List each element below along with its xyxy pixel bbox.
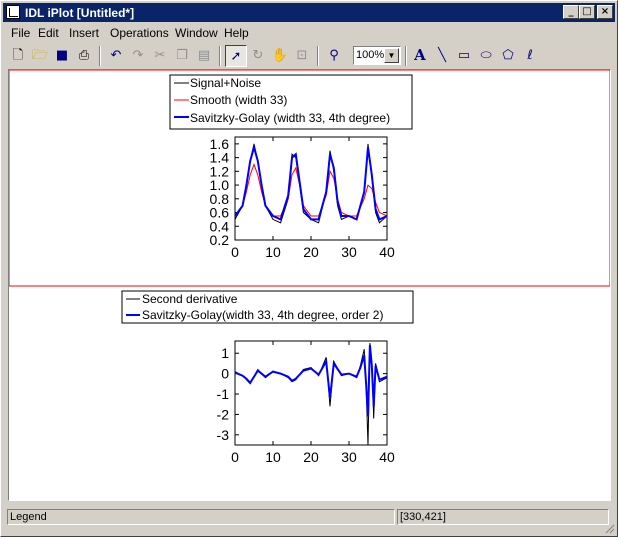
rotate-icon[interactable]: ↻ [247,45,269,67]
cut-icon[interactable]: ✂ [149,45,171,67]
x-tick-label: 10 [265,244,281,260]
pan-hand-icon[interactable]: ✋ [269,45,291,67]
legend-label-signal: Signal+Noise [190,76,261,90]
y-tick-label: 1.0 [210,177,230,193]
minimize-icon[interactable]: _ [563,5,579,19]
x-tick-label: 10 [265,449,281,465]
status-message: Legend [7,509,395,525]
y-tick-label: 0 [221,366,229,382]
print-icon[interactable]: ⎙ [73,45,95,67]
menu-window[interactable]: Window [175,26,218,40]
paste-icon[interactable]: ▤ [193,45,215,67]
open-folder-icon[interactable]: 🗁 [29,45,51,67]
legend-label-sg-deriv: Savitzky-Golay(width 33, 4th degree, ord… [142,308,383,322]
x-tick-label: 0 [231,449,239,465]
status-coordinates: [330,421] [397,509,609,525]
y-tick-label: 0.6 [210,205,230,221]
chart-plot2[interactable]: 0 10 20 30 40 -3 -2 -1 0 1 [217,340,395,465]
window-title: IDL iPlot [Untitled*] [25,6,135,20]
plot-canvas[interactable]: Signal+Noise Smooth (width 33) Savitzky-… [8,69,611,501]
x-tick-label: 20 [303,244,319,260]
maximize-icon[interactable]: □ [579,5,595,19]
select-arrow-icon[interactable]: ➚ [225,45,247,67]
save-icon[interactable]: ■ [51,45,73,67]
menu-insert[interactable]: Insert [69,26,99,40]
series-line-2 [234,143,388,221]
text-tool-icon[interactable]: A [409,45,431,67]
copy-icon[interactable]: ❐ [171,45,193,67]
x-tick-label: 40 [379,244,395,260]
app-icon [6,5,20,19]
menu-file[interactable]: File [11,26,30,40]
y-tick-label: 1 [221,345,229,361]
menu-help[interactable]: Help [224,26,249,40]
legend-label-sg: Savitzky-Golay (width 33, 4th degree) [190,111,390,125]
resize-grip-icon[interactable] [603,522,615,534]
x-tick-label: 0 [231,244,239,260]
y-tick-label: 1.2 [210,163,230,179]
legend-label-smooth: Smooth (width 33) [190,93,287,107]
y-tick-label: 0.4 [210,218,230,234]
y-tick-label: 0.8 [210,191,230,207]
y-tick-label: 1.4 [210,150,230,166]
plot-svg: Signal+Noise Smooth (width 33) Savitzky-… [9,70,610,465]
menu-bar: File Edit Insert Operations Window Help [3,24,615,42]
series-line-1 [234,345,388,417]
freehand-tool-icon[interactable]: ℓ [519,45,541,67]
legend-plot1[interactable]: Signal+Noise Smooth (width 33) Savitzky-… [169,74,413,130]
zoom-select[interactable]: 100% ▼ [353,46,401,65]
new-file-icon[interactable]: 🗋 [7,45,29,67]
y-tick-label: -1 [217,386,230,402]
undo-icon[interactable]: ↶ [105,45,127,67]
chevron-down-icon[interactable]: ▼ [384,48,399,63]
close-icon[interactable]: × [597,5,613,19]
toolbar: 🗋 🗁 ■ ⎙ ↶ ↷ ✂ ❐ ▤ ➚ ↻ ✋ ⊡ ⚲ 100% ▼ A ╲ ▭… [3,44,615,70]
y-tick-label: 1.6 [210,136,230,152]
zoom-value: 100% [356,49,385,61]
line-tool-icon[interactable]: ╲ [431,45,453,67]
rectangle-tool-icon[interactable]: ▭ [453,45,475,67]
polygon-tool-icon[interactable]: ⬠ [497,45,519,67]
legend-plot2[interactable]: Second derivative Savitzky-Golay(width 3… [121,290,414,324]
redo-icon[interactable]: ↷ [127,45,149,67]
x-tick-label: 20 [303,449,319,465]
oval-tool-icon[interactable]: ⬭ [475,45,497,67]
menu-edit[interactable]: Edit [38,26,59,40]
chart-plot1[interactable]: 0 10 20 30 40 0.20.40.60.81.01.21.41.6 [210,136,395,260]
menu-operations[interactable]: Operations [110,26,169,40]
x-tick-label: 40 [379,449,395,465]
legend-label-second-derivative: Second derivative [142,292,238,306]
zoom-magnifier-icon[interactable]: ⚲ [323,45,345,67]
iplot-window: IDL iPlot [Untitled*] _ □ × File Edit In… [0,0,618,537]
y-tick-label: -3 [217,427,230,443]
y-tick-label: -2 [217,406,230,422]
title-bar[interactable]: IDL iPlot [Untitled*] _ □ × [3,3,615,22]
x-tick-label: 30 [341,244,357,260]
y-tick-label: 0.2 [210,232,230,248]
x-tick-label: 30 [341,449,357,465]
data-range-icon[interactable]: ⊡ [291,45,313,67]
